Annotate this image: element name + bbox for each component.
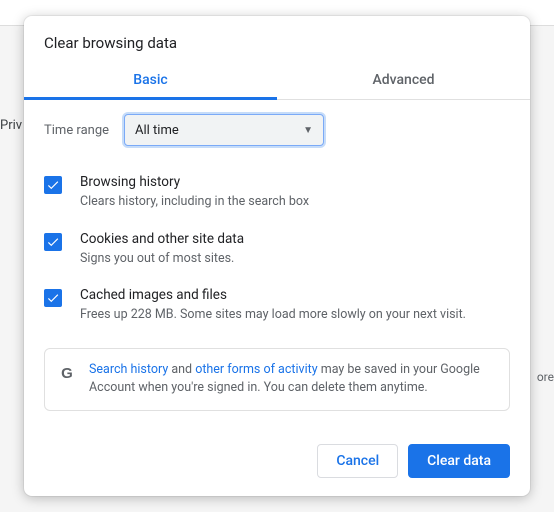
time-range-select[interactable]: All time ▼ — [124, 114, 324, 146]
option-desc: Frees up 228 MB. Some sites may load mor… — [80, 306, 466, 324]
option-text: Cookies and other site data Signs you ou… — [80, 231, 244, 268]
tab-advanced[interactable]: Advanced — [277, 60, 530, 99]
option-title: Browsing history — [80, 174, 309, 190]
bg-side-label: Priv — [0, 118, 22, 133]
link-search-history[interactable]: Search history — [89, 362, 168, 377]
bg-more-text: ore — [537, 370, 554, 384]
clear-browsing-data-dialog: Clear browsing data Basic Advanced Time … — [24, 16, 530, 496]
check-icon — [46, 291, 60, 305]
google-logo-icon: G — [59, 363, 75, 379]
checkbox-cache[interactable] — [44, 289, 62, 307]
option-desc: Clears history, including in the search … — [80, 193, 309, 211]
option-text: Browsing history Clears history, includi… — [80, 174, 309, 211]
time-range-row: Time range All time ▼ — [44, 114, 510, 146]
time-range-label: Time range — [44, 123, 124, 138]
option-title: Cached images and files — [80, 287, 466, 303]
notice-mid1: and — [168, 362, 195, 377]
check-icon — [46, 178, 60, 192]
option-cache: Cached images and files Frees up 228 MB.… — [44, 281, 510, 338]
option-text: Cached images and files Frees up 228 MB.… — [80, 287, 466, 324]
option-title: Cookies and other site data — [80, 231, 244, 247]
tab-bar: Basic Advanced — [24, 60, 530, 100]
checkbox-cookies[interactable] — [44, 233, 62, 251]
chevron-down-icon: ▼ — [303, 125, 313, 136]
dialog-title: Clear browsing data — [24, 16, 530, 60]
link-other-activity[interactable]: other forms of activity — [195, 362, 317, 377]
option-desc: Signs you out of most sites. — [80, 250, 244, 268]
check-icon — [46, 235, 60, 249]
notice-text: Search history and other forms of activi… — [89, 361, 495, 399]
option-cookies: Cookies and other site data Signs you ou… — [44, 225, 510, 282]
time-range-value: All time — [135, 123, 179, 138]
option-browsing-history: Browsing history Clears history, includi… — [44, 168, 510, 225]
cancel-button[interactable]: Cancel — [317, 444, 398, 478]
tab-basic[interactable]: Basic — [24, 60, 277, 99]
dialog-body: Time range All time ▼ Browsing history C… — [24, 100, 530, 430]
checkbox-browsing-history[interactable] — [44, 176, 62, 194]
google-account-notice: G Search history and other forms of acti… — [44, 348, 510, 412]
clear-data-button[interactable]: Clear data — [408, 444, 510, 478]
dialog-footer: Cancel Clear data — [24, 430, 530, 496]
